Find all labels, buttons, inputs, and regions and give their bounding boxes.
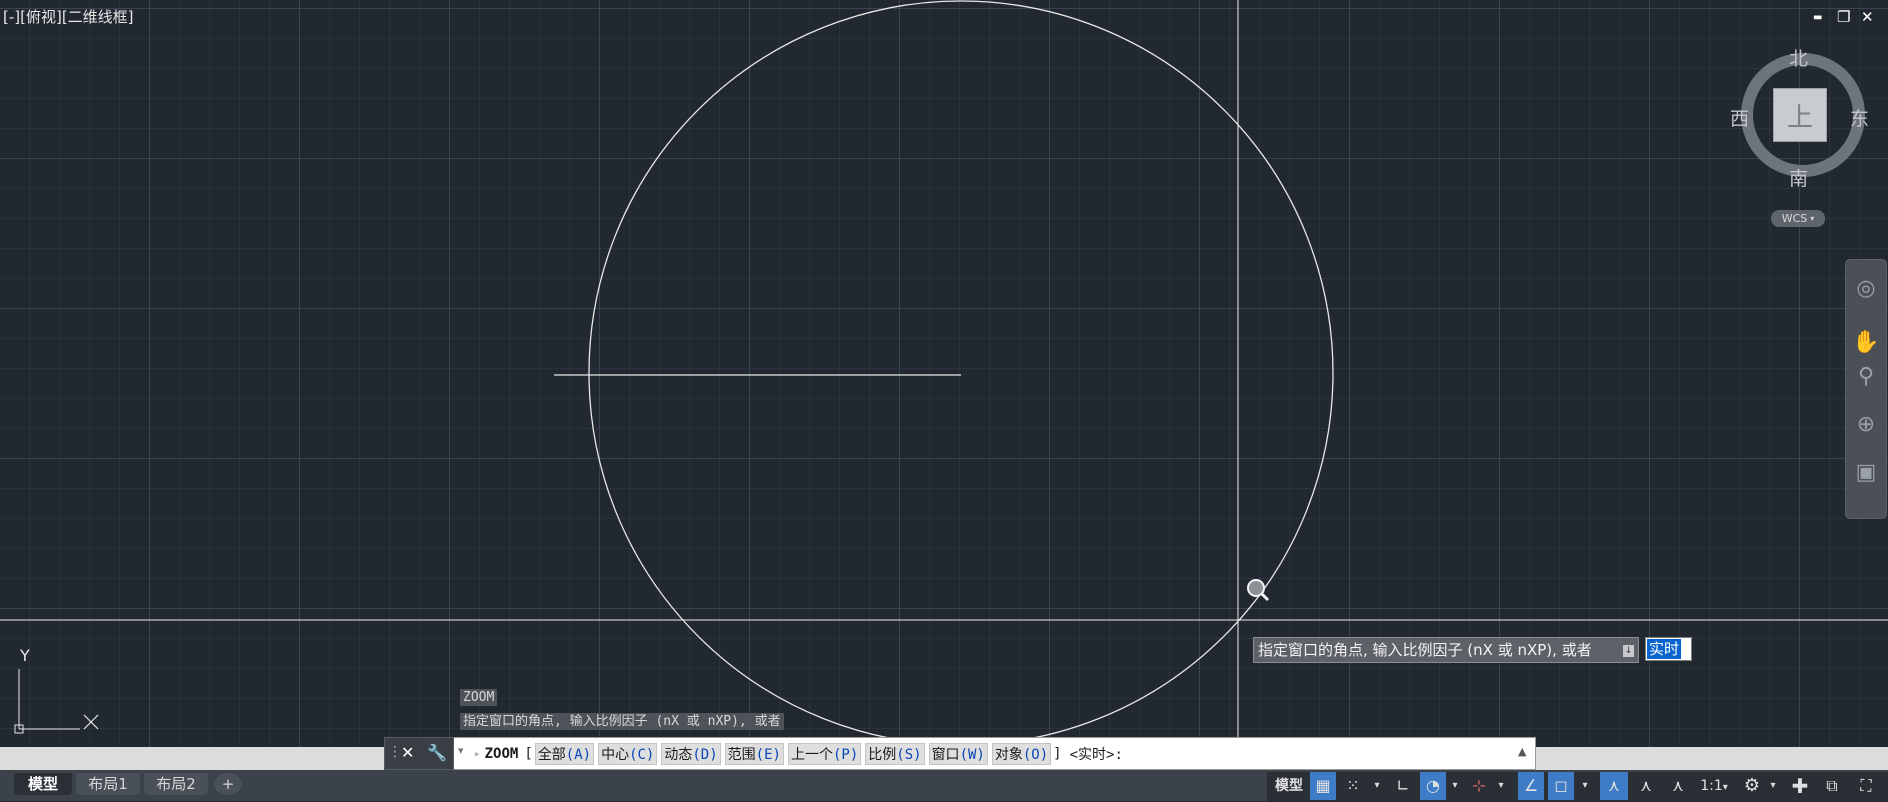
option-bracket-open: [ bbox=[524, 745, 533, 762]
option-scale[interactable]: 比例(S) bbox=[865, 742, 925, 765]
command-history-toggle-icon[interactable]: ▲ bbox=[1518, 745, 1526, 758]
dynamic-input-prompt: 指定窗口的角点, 输入比例因子 (nX 或 nXP), 或者 bbox=[1253, 637, 1639, 663]
command-prompt[interactable]: ▸ ZOOM [ 全部(A) 中心(C) 动态(D) 范围(E) 上一个(P) … bbox=[474, 737, 1123, 770]
chevron-down-icon[interactable]: ▾ bbox=[1578, 772, 1592, 800]
tab-layout2[interactable]: 布局2 bbox=[144, 773, 208, 795]
command-area-background bbox=[1536, 747, 1888, 770]
close-viewport-icon[interactable]: ✕ bbox=[1861, 8, 1874, 26]
add-layout-button[interactable]: + bbox=[214, 773, 242, 795]
drawing-geometry bbox=[0, 0, 1888, 747]
gear-icon[interactable]: ⚙ bbox=[1738, 772, 1766, 800]
annotation-visibility-icon[interactable]: ⋏ bbox=[1600, 772, 1628, 800]
dynamic-input-value: 实时 bbox=[1647, 639, 1682, 659]
annotation-scale-icon[interactable]: ⋏ bbox=[1664, 772, 1692, 800]
options-arrow-icon[interactable]: ↓ bbox=[1623, 645, 1634, 657]
viewport-controls-label[interactable]: [-][俯视][二维线框] bbox=[3, 6, 134, 27]
object-snap-tracking-icon[interactable]: ∠ bbox=[1518, 772, 1544, 800]
fullscreen-icon[interactable]: ⛶ bbox=[1852, 772, 1880, 800]
minimize-icon[interactable]: ▬ bbox=[1813, 12, 1822, 23]
grid-icon[interactable]: ▦ bbox=[1310, 772, 1336, 800]
compass-east[interactable]: 东 bbox=[1850, 104, 1869, 131]
tab-model[interactable]: 模型 bbox=[14, 773, 72, 795]
close-command-icon[interactable]: ✕ bbox=[401, 743, 414, 762]
model-space-button[interactable]: 模型 bbox=[1270, 772, 1308, 800]
option-center[interactable]: 中心(C) bbox=[598, 742, 658, 765]
polar-tracking-icon[interactable]: ◔ bbox=[1420, 772, 1446, 800]
customize-wrench-icon[interactable]: 🔧 bbox=[427, 743, 447, 762]
command-line-handle[interactable]: ⋮ ✕ 🔧 bbox=[384, 737, 454, 770]
zoom-icon[interactable]: ⚲ bbox=[1850, 364, 1882, 402]
command-area-background bbox=[0, 747, 384, 770]
plus-icon[interactable]: ✚ bbox=[1786, 772, 1814, 800]
option-object[interactable]: 对象(O) bbox=[991, 742, 1052, 765]
scale-selector[interactable]: 1:1▾ bbox=[1694, 772, 1734, 800]
compass-west[interactable]: 西 bbox=[1730, 104, 1749, 131]
navigation-bar: ◎ ✋ ⚲ ⊕ ▣ bbox=[1845, 259, 1887, 519]
snap-icon[interactable]: ⁙ bbox=[1340, 772, 1366, 800]
viewcube[interactable]: 上 北 南 西 东 bbox=[1728, 40, 1878, 190]
prompt-marker-icon: ▸ bbox=[474, 747, 481, 760]
command-default: <实时>: bbox=[1069, 746, 1123, 763]
ucs-icon bbox=[14, 669, 99, 734]
ucs-y-label: Y bbox=[20, 646, 30, 665]
showmotion-icon[interactable]: ▣ bbox=[1850, 460, 1882, 498]
scale-value: 1:1 bbox=[1700, 778, 1723, 794]
compass-south[interactable]: 南 bbox=[1789, 164, 1808, 191]
command-history-line: 指定窗口的角点, 输入比例因子 (nX 或 nXP), 或者 bbox=[460, 713, 784, 730]
chevron-down-icon[interactable]: ▾ bbox=[1448, 772, 1462, 800]
chevron-down-icon[interactable]: ▾ bbox=[1766, 772, 1780, 800]
tab-layout1[interactable]: 布局1 bbox=[76, 773, 140, 795]
object-snap-icon[interactable]: ◻ bbox=[1548, 772, 1574, 800]
chevron-down-icon[interactable]: ▾ bbox=[1370, 772, 1384, 800]
dynamic-input-field[interactable]: 实时 bbox=[1645, 637, 1692, 661]
steering-wheel-icon[interactable]: ◎ bbox=[1850, 276, 1882, 314]
ortho-icon[interactable]: ∟ bbox=[1390, 772, 1416, 800]
auto-scale-icon[interactable]: ⋏ bbox=[1632, 772, 1660, 800]
chevron-down-icon[interactable]: ▾ bbox=[1494, 772, 1508, 800]
recent-commands-icon[interactable]: ▾ bbox=[458, 744, 464, 757]
grip-icon[interactable]: ⋮ bbox=[388, 744, 402, 760]
isometric-icon[interactable]: ⊹ bbox=[1466, 772, 1492, 800]
option-dynamic[interactable]: 动态(D) bbox=[661, 742, 721, 765]
restore-icon[interactable]: ❐ bbox=[1837, 8, 1850, 26]
chevron-down-icon: ▾ bbox=[1810, 214, 1815, 223]
isolate-objects-icon[interactable]: ⧉ bbox=[1818, 772, 1846, 800]
command-history-line: ZOOM bbox=[460, 689, 498, 706]
option-window[interactable]: 窗口(W) bbox=[928, 742, 988, 765]
compass-north[interactable]: 北 bbox=[1789, 44, 1808, 71]
orbit-icon[interactable]: ⊕ bbox=[1850, 412, 1882, 450]
chevron-down-icon: ▾ bbox=[1722, 782, 1728, 793]
option-all[interactable]: 全部(A) bbox=[534, 742, 595, 765]
wcs-label: WCS bbox=[1781, 212, 1808, 225]
option-bracket-close: ] bbox=[1053, 745, 1062, 762]
command-name: ZOOM bbox=[484, 745, 519, 762]
drawn-circle bbox=[588, 0, 1334, 746]
option-extents[interactable]: 范围(E) bbox=[724, 742, 784, 765]
option-previous[interactable]: 上一个(P) bbox=[787, 742, 862, 765]
pan-icon[interactable]: ✋ bbox=[1850, 330, 1882, 368]
viewcube-top-face[interactable]: 上 bbox=[1773, 88, 1827, 142]
wcs-menu-button[interactable]: WCS ▾ bbox=[1771, 210, 1825, 227]
